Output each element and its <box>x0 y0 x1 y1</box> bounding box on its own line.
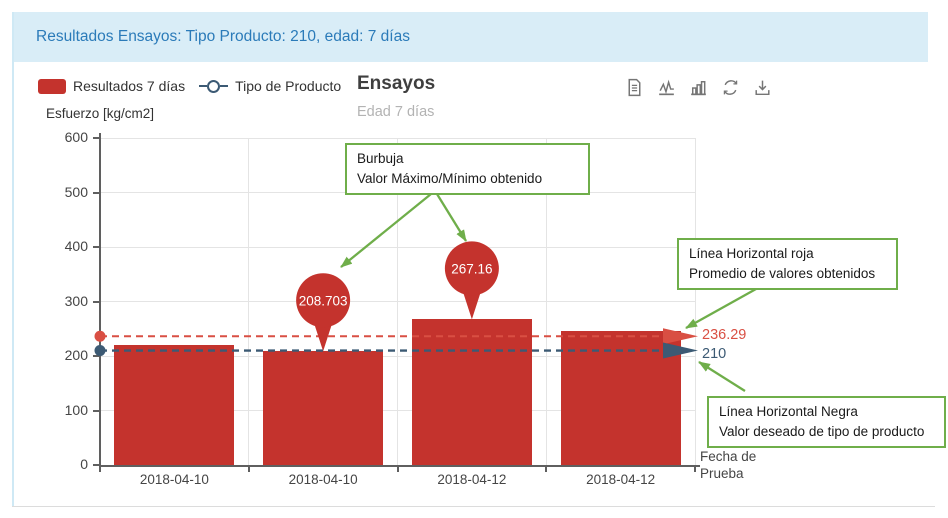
panel-bottom-border <box>12 506 935 507</box>
v-gridline <box>695 138 696 465</box>
line-chart-icon[interactable] <box>656 77 677 98</box>
bubble-tail <box>312 317 334 351</box>
arrow-to-red-line <box>686 289 756 328</box>
annotation-red-line: Línea Horizontal roja Promedio de valore… <box>677 238 898 290</box>
chart-legend: Resultados 7 días Tipo de Producto <box>38 76 341 96</box>
v-gridline <box>248 138 249 465</box>
report-icon[interactable] <box>624 77 645 98</box>
panel-left-border <box>12 12 14 506</box>
chart-subtitle: Edad 7 días <box>357 104 434 120</box>
arrow-burbuja-to-right-bubble <box>437 194 466 241</box>
page: Resultados Ensayos: Tipo Producto: 210, … <box>0 0 948 518</box>
x-axis-tick-label: 2018-04-12 <box>398 472 547 487</box>
annotation-black-line: Línea Horizontal Negra Valor deseado de … <box>707 396 946 448</box>
bubble-value-label: 267.16 <box>451 261 492 276</box>
annotation-burbuja: Burbuja Valor Máximo/Mínimo obtenido <box>345 143 590 195</box>
x-axis-tick-label: 2018-04-12 <box>546 472 695 487</box>
legend-swatch-red <box>38 79 66 94</box>
legend-item-tipo-producto[interactable]: Tipo de Producto <box>199 78 341 94</box>
bar-2018-04-10 <box>263 351 383 465</box>
download-icon[interactable] <box>752 77 773 98</box>
legend-item-resultados[interactable]: Resultados 7 días <box>38 78 185 94</box>
x-axis-tick-label: 2018-04-10 <box>249 472 398 487</box>
avg-line-value-label: 236.29 <box>702 327 746 343</box>
panel-header: Resultados Ensayos: Tipo Producto: 210, … <box>14 12 928 62</box>
bar-2018-04-12 <box>561 331 681 465</box>
y-tick-label: 300 <box>38 293 88 309</box>
y-tick-label: 100 <box>38 402 88 418</box>
y-tick-label: 400 <box>38 238 88 254</box>
refresh-icon[interactable] <box>720 77 741 98</box>
bar-chart-icon[interactable] <box>688 77 709 98</box>
y-axis-title: Esfuerzo [kg/cm2] <box>46 106 154 121</box>
y-tick-label: 500 <box>38 184 88 200</box>
y-tick-label: 600 <box>38 129 88 145</box>
y-tick-label: 200 <box>38 347 88 363</box>
chart-title: Ensayos <box>357 73 435 95</box>
x-axis-title: Fecha de Prueba <box>700 448 770 482</box>
panel-title: Resultados Ensayos: Tipo Producto: 210, … <box>36 28 410 45</box>
y-tick-label: 0 <box>38 456 88 472</box>
x-axis-tick-label: 2018-04-10 <box>100 472 249 487</box>
legend-label-resultados: Resultados 7 días <box>73 78 185 94</box>
target-line-value-label: 210 <box>702 346 726 362</box>
chart-toolbar <box>624 77 773 98</box>
line-circle-marker-icon <box>199 80 228 93</box>
bar-2018-04-10 <box>114 345 234 465</box>
bubble-tail <box>461 285 483 319</box>
value-bubble <box>445 241 499 295</box>
y-axis-line <box>99 133 101 467</box>
bar-2018-04-12 <box>412 319 532 465</box>
arrow-burbuja-to-left-bubble <box>341 194 431 267</box>
arrow-to-black-line <box>699 362 745 391</box>
legend-label-tipo-producto: Tipo de Producto <box>235 78 341 94</box>
